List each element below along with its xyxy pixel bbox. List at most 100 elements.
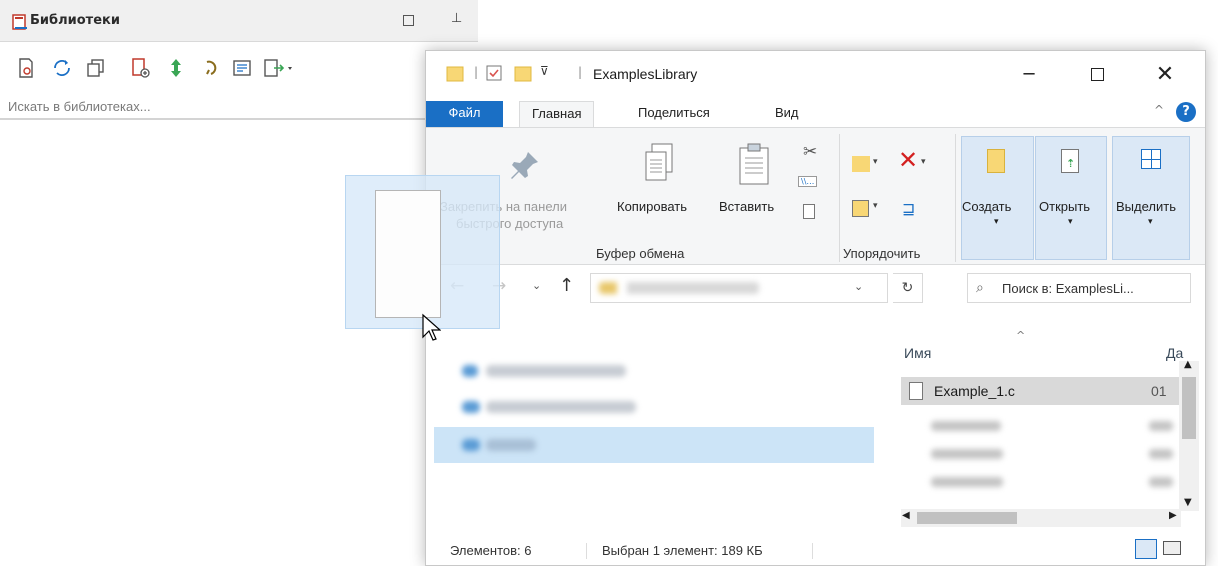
help-icon[interactable]: ? <box>1176 102 1196 122</box>
address-path-blurred <box>599 282 759 294</box>
explorer-title-bar[interactable]: | ⊽ | ExamplesLibrary ─ ✕ <box>426 51 1205 97</box>
file-list-pane: ^ Имя Да Example_1.c 01 ▲ ▼ ◀ ▶ <box>877 321 1205 531</box>
cut-icon[interactable]: ✂ <box>803 142 817 162</box>
address-navigation-bar: ← → ⌄ ↑ ⌄ ↻ ⌕ Поиск в: ExamplesLi... <box>426 265 1205 311</box>
explorer-search-placeholder: Поиск в: ExamplesLi... <box>1002 281 1134 296</box>
pin-icon[interactable]: ⊥ <box>451 11 462 26</box>
computer-icon <box>462 401 480 413</box>
tab-file[interactable]: Файл <box>426 101 503 127</box>
file-row-selected[interactable]: Example_1.c 01 <box>901 377 1179 405</box>
close-button[interactable]: ✕ <box>1142 51 1188 97</box>
file-date-blurred <box>1149 421 1173 431</box>
maximize-icon <box>1090 67 1104 81</box>
collapse-ribbon-icon[interactable]: ^ <box>1154 103 1164 117</box>
scroll-right-icon[interactable]: ▶ <box>1169 510 1177 521</box>
file-date-blurred <box>1149 477 1173 487</box>
select-all-icon <box>1141 149 1161 169</box>
delete-dropdown-icon[interactable]: ▾ <box>921 157 926 167</box>
folder-icon <box>446 66 464 82</box>
select-dropdown-icon: ▾ <box>1148 217 1153 227</box>
file-row[interactable] <box>901 467 1179 495</box>
maximize-button[interactable] <box>1074 51 1120 97</box>
navigation-pane <box>426 331 876 521</box>
properties-check-icon[interactable] <box>486 65 502 81</box>
nav-item-network[interactable] <box>434 427 874 463</box>
address-bar[interactable] <box>590 273 888 303</box>
library-search-input[interactable] <box>8 96 418 116</box>
qa-separator: | <box>474 65 479 79</box>
paste-icon[interactable] <box>737 142 771 188</box>
open-button[interactable]: ⇡ Открыть ▾ <box>1035 136 1107 260</box>
rename-icon[interactable]: ⊒ <box>902 199 915 218</box>
sort-ascending-icon: ^ <box>1016 329 1026 342</box>
horizontal-scroll-thumb[interactable] <box>917 512 1017 524</box>
link-icon[interactable] <box>198 56 222 80</box>
scroll-down-icon[interactable]: ▼ <box>1184 497 1192 508</box>
select-button[interactable]: Выделить ▾ <box>1112 136 1190 260</box>
organize-group-label: Упорядочить <box>843 246 921 261</box>
library-search-bar <box>0 94 478 120</box>
create-folder-icon <box>987 149 1005 173</box>
nav-item-quick-access[interactable] <box>434 353 874 389</box>
quick-access-icon <box>462 365 478 377</box>
file-row[interactable] <box>901 411 1179 439</box>
copy-to-dropdown-icon[interactable]: ▾ <box>873 201 878 211</box>
file-icon <box>909 382 923 400</box>
libraries-title-bar: Библиотеки ⊥ <box>0 0 478 42</box>
open-label: Открыть <box>1039 199 1091 214</box>
paste-label[interactable]: Вставить <box>719 199 774 214</box>
vertical-scrollbar[interactable]: ▲ ▼ <box>1179 359 1199 511</box>
refresh-icon[interactable]: ↻ <box>893 273 923 303</box>
vertical-scroll-thumb[interactable] <box>1182 377 1196 439</box>
explorer-window: | ⊽ | ExamplesLibrary ─ ✕ Файл Главная П… <box>425 50 1206 566</box>
file-row[interactable] <box>901 439 1179 467</box>
nav-label-blurred <box>486 365 626 377</box>
minimize-button[interactable]: ─ <box>1006 51 1052 97</box>
scroll-left-icon[interactable]: ◀ <box>902 510 910 521</box>
navigate-icon[interactable] <box>164 56 188 80</box>
new-folder-icon[interactable] <box>514 65 532 83</box>
copy-label[interactable]: Копировать <box>617 199 687 214</box>
copy-to-icon[interactable] <box>852 200 869 217</box>
tab-view[interactable]: Вид <box>763 101 811 127</box>
tab-share[interactable]: Поделиться <box>626 101 722 127</box>
add-library-icon[interactable] <box>128 56 152 80</box>
selection-info: Выбран 1 элемент: 189 КБ <box>602 543 763 558</box>
move-to-dropdown-icon[interactable]: ▾ <box>873 157 878 167</box>
move-to-icon[interactable] <box>852 156 870 172</box>
refresh-icon[interactable] <box>50 56 74 80</box>
drag-preview <box>345 175 500 329</box>
status-divider <box>586 543 587 559</box>
scroll-up-icon[interactable]: ▲ <box>1184 359 1192 370</box>
details-view-icon[interactable] <box>1135 539 1157 559</box>
create-button[interactable]: Создать ▾ <box>961 136 1034 260</box>
maximize-icon[interactable] <box>403 15 414 26</box>
tab-home[interactable]: Главная <box>519 101 595 127</box>
libraries-title: Библиотеки <box>30 13 120 28</box>
large-icons-view-icon[interactable] <box>1163 541 1181 555</box>
column-header-date[interactable]: Да <box>1166 345 1183 361</box>
paste-shortcut-icon[interactable] <box>803 204 815 219</box>
dragged-file-icon <box>375 190 441 318</box>
copy-icon[interactable] <box>642 142 676 188</box>
copy-icon[interactable] <box>84 56 108 80</box>
export-dropdown-icon[interactable] <box>262 56 296 80</box>
item-count: Элементов: 6 <box>450 543 532 558</box>
column-header-name[interactable]: Имя <box>904 345 931 361</box>
copy-path-icon[interactable]: \\… <box>798 176 818 187</box>
horizontal-scrollbar[interactable]: ◀ ▶ <box>901 509 1181 527</box>
open-dropdown-icon: ▾ <box>1068 217 1073 227</box>
address-dropdown-icon[interactable]: ⌄ <box>854 280 863 293</box>
view-icon[interactable] <box>230 56 254 80</box>
file-row-blurred <box>931 477 1003 487</box>
create-label: Создать <box>962 199 1012 214</box>
recent-locations-icon[interactable]: ⌄ <box>532 279 541 292</box>
qa-customize-icon[interactable]: ⊽ <box>540 64 549 78</box>
explorer-search-box[interactable]: ⌕ Поиск в: ExamplesLi... <box>967 273 1191 303</box>
nav-item-this-pc[interactable] <box>434 389 874 425</box>
up-icon[interactable]: ↑ <box>559 275 574 296</box>
library-doc-icon[interactable] <box>14 56 38 80</box>
pin-quick-access-icon[interactable] <box>508 148 544 184</box>
delete-icon[interactable]: ✕ <box>898 146 918 174</box>
file-row-blurred <box>931 421 1001 431</box>
